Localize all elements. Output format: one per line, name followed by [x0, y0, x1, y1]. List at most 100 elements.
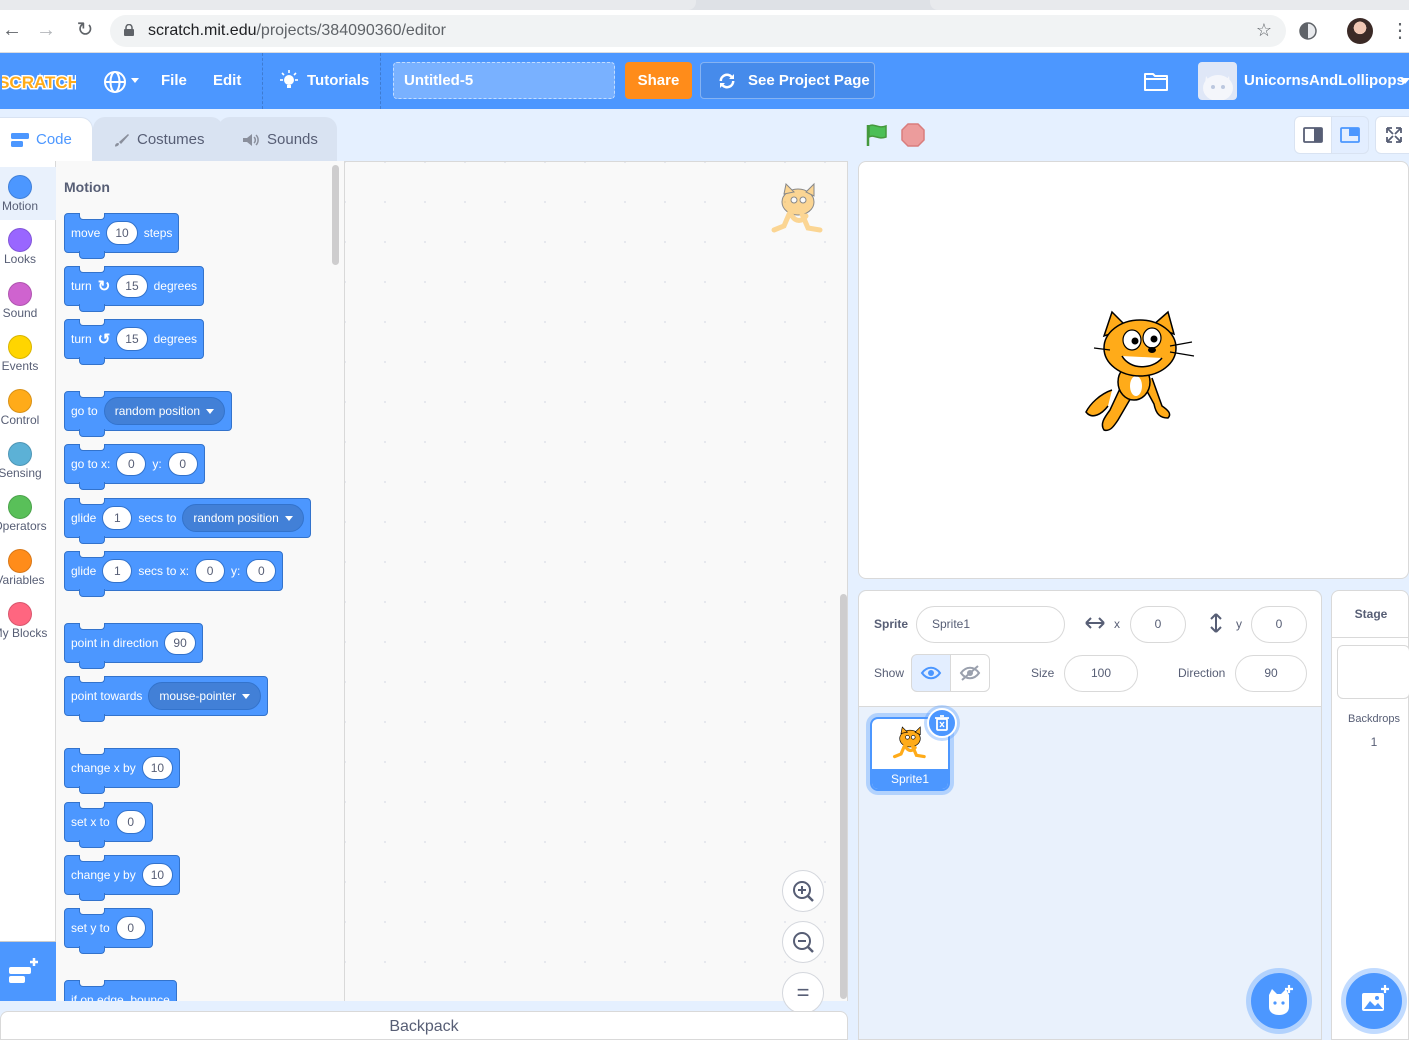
green-flag-icon[interactable] [864, 122, 890, 148]
tab-sounds[interactable]: Sounds [218, 117, 337, 161]
category-looks[interactable]: Looks [0, 220, 56, 273]
edit-menu[interactable]: Edit [213, 53, 241, 109]
category-label: Control [0, 413, 60, 427]
block-go-to-xy[interactable]: go to x: 0 y: 0 [64, 444, 205, 484]
block-set-y[interactable]: set y to 0 [64, 908, 153, 948]
browser-profile-avatar[interactable] [1347, 18, 1373, 44]
block-number-input[interactable]: 10 [106, 221, 137, 245]
block-number-input[interactable]: 0 [116, 916, 146, 940]
block-number-input[interactable]: 0 [195, 559, 225, 583]
block-point-direction[interactable]: point in direction 90 [64, 623, 203, 663]
cat-sprite[interactable] [1082, 310, 1196, 432]
choose-backdrop-button[interactable] [1346, 973, 1402, 1029]
stage-selector[interactable]: Stage Backdrops 1 [1331, 590, 1409, 1040]
stage-thumbnail[interactable] [1337, 645, 1409, 699]
username[interactable]: UnicornsAndLollipops [1244, 53, 1405, 109]
block-turn-right[interactable]: turn ↻ 15 degrees [64, 266, 204, 306]
block-number-input[interactable]: 10 [142, 863, 173, 887]
category-operators[interactable]: Operators [0, 487, 56, 540]
category-control[interactable]: Control [0, 381, 56, 434]
file-menu[interactable]: File [161, 53, 187, 109]
block-set-x[interactable]: set x to 0 [64, 802, 153, 842]
x-input[interactable]: 0 [1130, 606, 1186, 643]
normal-stage-button[interactable] [1331, 116, 1369, 154]
category-sensing[interactable]: Sensing [0, 434, 56, 487]
stage-selector-header: Stage [1332, 591, 1409, 638]
browser-tab[interactable] [0, 0, 696, 10]
small-stage-icon [1295, 117, 1331, 153]
category-color-dot [8, 282, 32, 306]
chevron-down-icon[interactable] [1400, 78, 1409, 84]
tab-costumes[interactable]: Costumes [93, 117, 223, 161]
direction-label: Direction [1178, 666, 1225, 680]
block-bounce[interactable]: if on edge, bounce [64, 980, 177, 1001]
fullscreen-button[interactable] [1375, 116, 1409, 154]
block-number-input[interactable]: 0 [246, 559, 276, 583]
browser-tab[interactable] [930, 0, 1409, 10]
block-text: turn [71, 279, 92, 293]
scratch-logo[interactable]: SCRATCH [2, 68, 76, 94]
extension-icon[interactable] [1298, 21, 1318, 41]
block-go-to[interactable]: go to random position [64, 391, 232, 431]
small-stage-button[interactable] [1294, 116, 1332, 154]
see-project-page-button[interactable]: See Project Page [700, 62, 875, 99]
zoom-reset-button[interactable]: = [782, 972, 824, 1014]
browser-menu-icon[interactable]: ⋮ [1390, 20, 1404, 44]
hide-sprite-button[interactable] [950, 654, 990, 692]
category-motion[interactable]: Motion [0, 167, 56, 220]
stage-canvas[interactable] [858, 161, 1409, 579]
zoom-in-button[interactable] [782, 870, 824, 912]
show-sprite-button[interactable] [911, 654, 951, 692]
reload-icon[interactable]: ↻ [73, 18, 97, 42]
my-stuff-folder-icon[interactable] [1144, 71, 1168, 91]
block-dropdown[interactable]: mouse-pointer [148, 682, 261, 710]
tab-code[interactable]: Code [0, 117, 93, 162]
forward-arrow-icon[interactable]: → [34, 18, 58, 42]
zoom-out-button[interactable] [782, 921, 824, 963]
block-dropdown[interactable]: random position [104, 397, 225, 425]
backpack[interactable]: Backpack [0, 1011, 848, 1040]
category-my-blocks[interactable]: My Blocks [0, 594, 56, 647]
block-number-input[interactable]: 0 [116, 810, 146, 834]
block-glide-to[interactable]: glide 1 secs to random position [64, 498, 311, 538]
bookmark-star-icon[interactable]: ☆ [1256, 20, 1272, 41]
block-glide-xy[interactable]: glide 1 secs to x: 0 y: 0 [64, 551, 283, 591]
palette-scrollbar[interactable] [332, 165, 339, 265]
block-number-input[interactable]: 15 [116, 274, 147, 298]
sprite-name-input[interactable]: Sprite1 [916, 606, 1065, 643]
block-number-input[interactable]: 0 [168, 452, 198, 476]
block-dropdown[interactable]: random position [182, 504, 303, 532]
direction-input[interactable]: 90 [1235, 655, 1307, 692]
tutorials-button[interactable]: Tutorials [307, 53, 369, 109]
share-button[interactable]: Share [625, 62, 692, 99]
block-number-input[interactable]: 1 [102, 506, 132, 530]
choose-sprite-button[interactable] [1251, 973, 1307, 1029]
add-extension-button[interactable] [0, 941, 56, 1001]
block-number-input[interactable]: 0 [116, 452, 146, 476]
language-globe-icon[interactable] [103, 70, 127, 94]
category-label: Events [0, 359, 60, 373]
block-change-y[interactable]: change y by 10 [64, 855, 180, 895]
block-number-input[interactable]: 10 [142, 756, 173, 780]
project-title-input[interactable]: Untitled-5 [393, 62, 615, 99]
block-number-input[interactable]: 1 [102, 559, 132, 583]
category-variables[interactable]: Variables [0, 541, 56, 594]
block-point-towards[interactable]: point towards mouse-pointer [64, 676, 268, 716]
size-input[interactable]: 100 [1064, 655, 1138, 692]
avatar[interactable] [1198, 62, 1237, 100]
code-workspace[interactable]: = [345, 161, 848, 1001]
y-input[interactable]: 0 [1251, 606, 1307, 643]
delete-sprite-button[interactable] [927, 708, 957, 738]
block-change-x[interactable]: change x by 10 [64, 748, 180, 788]
address-bar[interactable]: scratch.mit.edu/projects/384090360/edito… [110, 15, 1286, 47]
block-move-steps[interactable]: move 10 steps [64, 213, 179, 253]
category-sound[interactable]: Sound [0, 274, 56, 327]
code-scrollbar[interactable] [840, 594, 847, 999]
stop-sign-icon[interactable] [900, 122, 926, 148]
block-number-input[interactable]: 90 [164, 631, 195, 655]
back-arrow-icon[interactable]: ← [0, 18, 24, 42]
block-turn-left[interactable]: turn ↺ 15 degrees [64, 319, 204, 359]
block-number-input[interactable]: 15 [116, 327, 147, 351]
category-events[interactable]: Events [0, 327, 56, 380]
chevron-down-icon[interactable] [131, 78, 139, 83]
